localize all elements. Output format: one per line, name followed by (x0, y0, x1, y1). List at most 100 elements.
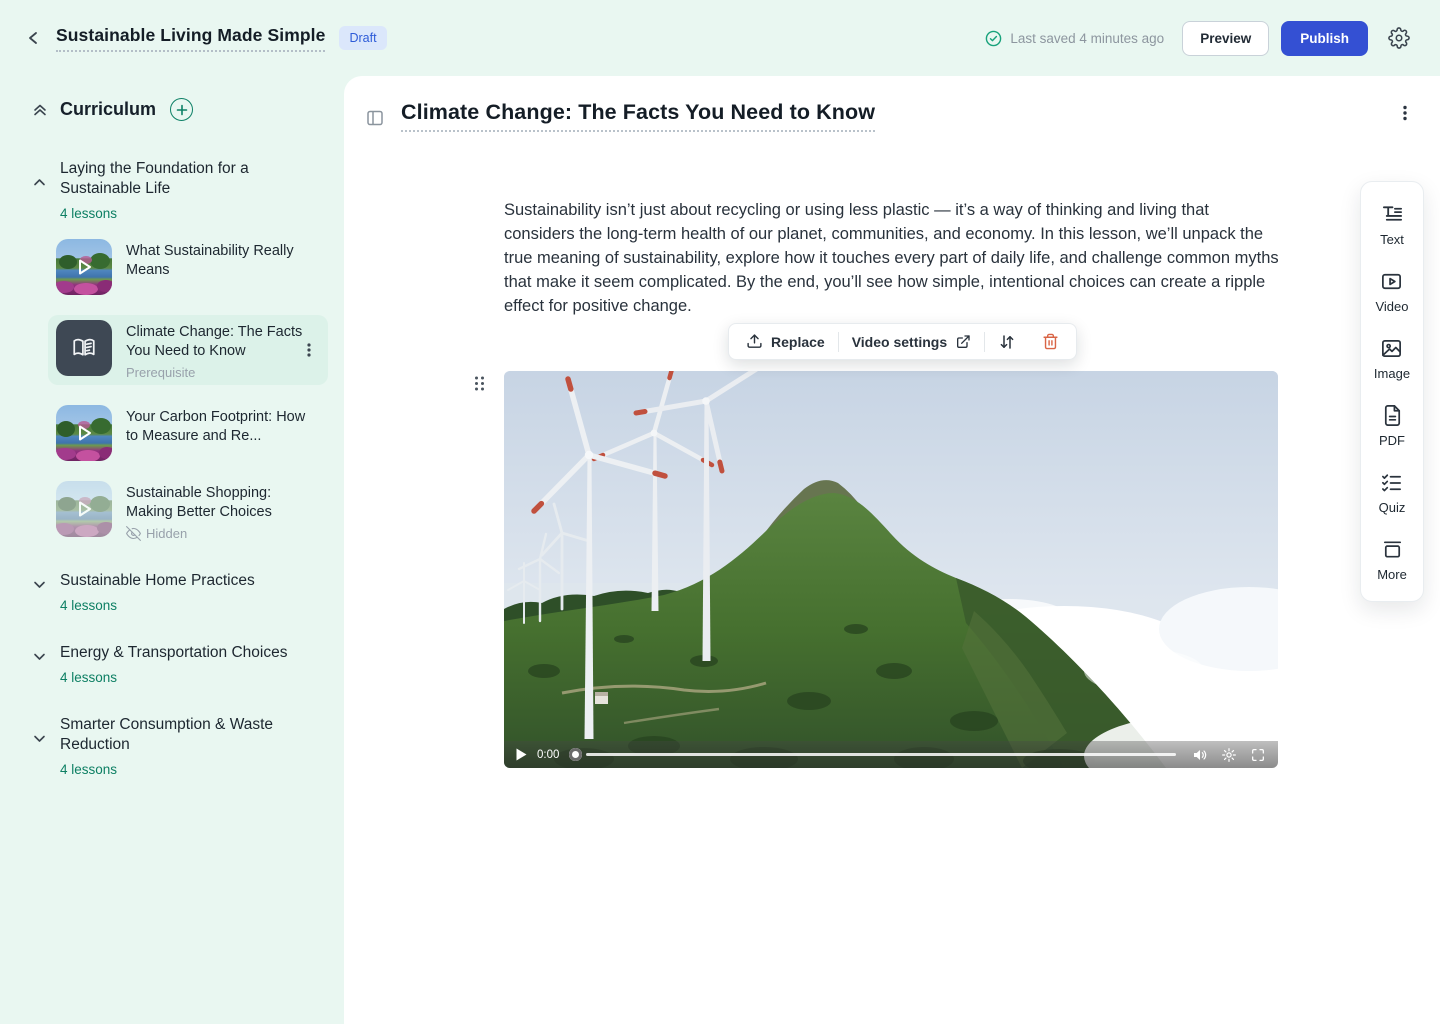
section-lesson-count: 4 lessons (60, 598, 255, 613)
settings-button[interactable] (1384, 23, 1414, 53)
tool-label: Text (1380, 232, 1404, 247)
lesson-badge: Prerequisite (126, 365, 312, 380)
section-lesson-count: 4 lessons (60, 206, 288, 221)
settings-label: Video settings (852, 334, 947, 350)
section-header[interactable]: Sustainable Home Practices 4 lessons (32, 571, 336, 613)
save-status: Last saved 4 minutes ago (985, 30, 1164, 47)
section-header[interactable]: Smarter Consumption & Waste Reduction 4 … (32, 715, 336, 777)
lesson-menu-button[interactable] (298, 338, 320, 362)
lesson-item[interactable]: What Sustainability Really Means (56, 239, 336, 295)
image-icon (1380, 337, 1403, 360)
lesson-item-hidden[interactable]: Sustainable Shopping: Making Better Choi… (56, 481, 336, 541)
chevron-up-icon[interactable] (32, 175, 47, 221)
chevron-down-icon[interactable] (32, 649, 47, 685)
trash-icon (1042, 333, 1059, 350)
upload-icon (746, 333, 763, 350)
curriculum-title: Curriculum (60, 99, 156, 120)
section-header[interactable]: Laying the Foundation for a Sustainable … (32, 159, 336, 221)
delete-block-button[interactable] (1029, 324, 1072, 359)
move-block-button[interactable] (985, 324, 1029, 359)
tool-text[interactable]: Text (1380, 203, 1404, 247)
preview-button[interactable]: Preview (1182, 21, 1269, 56)
tool-label: Quiz (1379, 500, 1406, 515)
drag-handle-icon[interactable] (473, 375, 486, 392)
lesson-list: What Sustainability Really Means Climate… (32, 239, 336, 541)
video-block-toolbar: Replace Video settings (728, 323, 1077, 360)
curriculum-section: Smarter Consumption & Waste Reduction 4 … (32, 715, 336, 777)
play-button[interactable] (516, 748, 527, 761)
lesson-item-selected[interactable]: Climate Change: The Facts You Need to Kn… (48, 315, 328, 385)
tool-label: Video (1375, 299, 1408, 314)
open-book-icon (71, 335, 97, 361)
external-link-icon (955, 334, 971, 350)
play-icon (56, 481, 112, 537)
pdf-icon (1381, 404, 1404, 427)
replace-video-button[interactable]: Replace (733, 324, 838, 359)
status-badge: Draft (339, 26, 386, 50)
lesson-intro-paragraph[interactable]: Sustainability isn’t just about recyclin… (504, 198, 1280, 318)
tool-pdf[interactable]: PDF (1379, 404, 1405, 448)
tool-label: More (1377, 567, 1407, 582)
video-frame-wind-turbines (504, 371, 1278, 768)
section-title: Smarter Consumption & Waste Reduction (60, 715, 288, 755)
curriculum-section: Laying the Foundation for a Sustainable … (32, 159, 336, 541)
curriculum-header: Curriculum (32, 98, 336, 121)
quiz-checklist-icon (1380, 471, 1403, 494)
last-saved-text: Last saved 4 minutes ago (1010, 31, 1164, 46)
lesson-video-thumbnail (56, 239, 112, 295)
lesson-title: Sustainable Shopping: Making Better Choi… (126, 484, 312, 521)
main-layout: Curriculum Laying the Foundation for a S… (0, 76, 1440, 1024)
lesson-header: Climate Change: The Facts You Need to Kn… (344, 76, 1440, 132)
chevron-down-icon[interactable] (32, 731, 47, 777)
seek-bar[interactable] (586, 753, 1176, 756)
tool-label: Image (1374, 366, 1410, 381)
lesson-menu-button[interactable] (1394, 100, 1416, 126)
volume-icon[interactable] (1192, 747, 1208, 763)
plus-icon (176, 104, 188, 116)
lesson-editor-card: Climate Change: The Facts You Need to Kn… (344, 76, 1440, 1024)
publish-button[interactable]: Publish (1281, 21, 1368, 56)
video-settings-button[interactable]: Video settings (839, 324, 984, 359)
back-chevron-icon (26, 30, 42, 46)
curriculum-section: Sustainable Home Practices 4 lessons (32, 571, 336, 613)
video-settings-gear-icon[interactable] (1221, 747, 1237, 763)
fullscreen-icon[interactable] (1250, 747, 1266, 763)
add-section-button[interactable] (170, 98, 193, 121)
back-button[interactable] (22, 26, 46, 50)
lesson-title: Climate Change: The Facts You Need to Kn… (126, 323, 312, 360)
insert-block-panel: Text Video Image PDF Quiz More (1360, 181, 1424, 602)
tool-quiz[interactable]: Quiz (1379, 471, 1406, 515)
section-lesson-count: 4 lessons (60, 670, 287, 685)
section-title: Laying the Foundation for a Sustainable … (60, 159, 288, 199)
text-icon (1381, 203, 1404, 226)
video-player[interactable]: 0:00 (504, 371, 1278, 768)
chevron-down-icon[interactable] (32, 577, 47, 613)
seek-knob[interactable] (569, 748, 582, 761)
check-circle-icon (985, 30, 1002, 47)
lesson-video-thumbnail (56, 481, 112, 537)
lesson-title: Your Carbon Footprint: How to Measure an… (126, 408, 312, 445)
curriculum-sidebar: Curriculum Laying the Foundation for a S… (0, 76, 344, 1024)
section-title: Sustainable Home Practices (60, 571, 255, 591)
tool-more[interactable]: More (1377, 538, 1407, 582)
tool-image[interactable]: Image (1374, 337, 1410, 381)
lesson-reading-thumbnail (56, 320, 112, 376)
video-control-bar: 0:00 (504, 741, 1278, 768)
lesson-item[interactable]: Your Carbon Footprint: How to Measure an… (56, 405, 336, 461)
tool-label: PDF (1379, 433, 1405, 448)
lesson-video-thumbnail (56, 405, 112, 461)
collapse-all-icon[interactable] (32, 102, 48, 118)
section-header[interactable]: Energy & Transportation Choices 4 lesson… (32, 643, 336, 685)
current-time: 0:00 (537, 749, 559, 761)
play-icon (56, 405, 112, 461)
top-bar: Sustainable Living Made Simple Draft Las… (0, 0, 1440, 76)
toggle-sidebar-button[interactable] (362, 105, 388, 131)
curriculum-section: Energy & Transportation Choices 4 lesson… (32, 643, 336, 685)
lesson-page-title[interactable]: Climate Change: The Facts You Need to Kn… (401, 100, 875, 132)
course-title[interactable]: Sustainable Living Made Simple (56, 25, 325, 52)
video-icon (1380, 270, 1403, 293)
panel-icon (366, 109, 384, 127)
section-title: Energy & Transportation Choices (60, 643, 287, 663)
tool-video[interactable]: Video (1375, 270, 1408, 314)
gear-icon (1388, 27, 1410, 49)
